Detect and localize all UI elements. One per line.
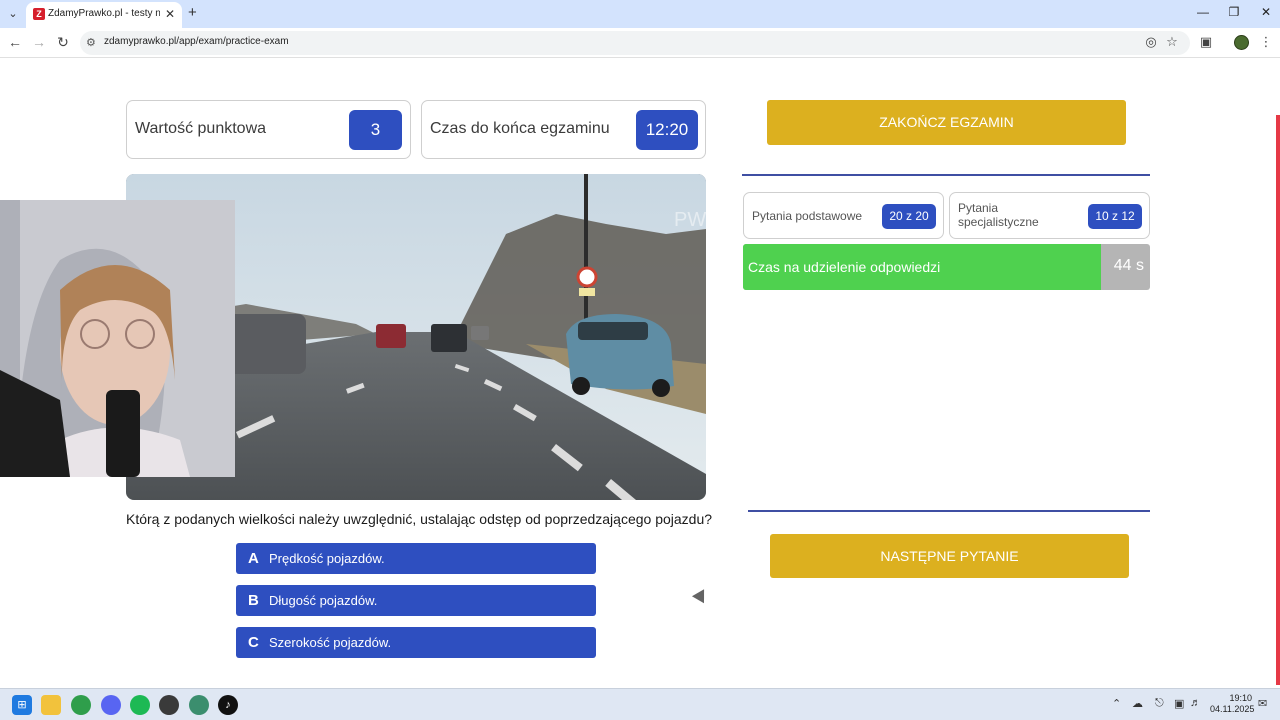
basic-questions-badge: 20 z 20 xyxy=(882,204,936,229)
discord-icon[interactable] xyxy=(101,695,121,715)
timer-label: Czas na udzielenie odpowiedzi xyxy=(748,259,941,275)
special-questions-label: Pytania specjalistyczne xyxy=(958,201,1039,229)
clock-time: 19:10 xyxy=(1229,693,1252,703)
minimize-icon[interactable]: — xyxy=(1193,5,1213,19)
time-box: Czas do końca egzaminu 12:20 xyxy=(421,100,706,159)
divider xyxy=(742,174,1150,176)
webcam-overlay xyxy=(0,200,235,477)
volume-icon[interactable]: ♬ xyxy=(1190,697,1201,709)
time-label: Czas do końca egzaminu xyxy=(430,120,610,137)
scrollbar[interactable] xyxy=(1276,115,1280,685)
answer-a-button[interactable]: A Prędkość pojazdów. xyxy=(236,543,596,574)
answer-text: Szerokość pojazdów. xyxy=(269,635,392,650)
cloud-icon[interactable]: ☁ xyxy=(1132,697,1143,710)
tab-search-icon[interactable]: ⌄ xyxy=(4,5,22,23)
obs-icon[interactable] xyxy=(159,695,179,715)
reload-icon[interactable]: ↻ xyxy=(54,34,72,51)
spotify-icon[interactable] xyxy=(130,695,150,715)
answer-timer-bar: Czas na udzielenie odpowiedzi 44 s xyxy=(743,244,1150,290)
browser-toolbar: ← → ↻ ⚙ zdamyprawko.pl/app/exam/practice… xyxy=(0,28,1280,58)
taskbar-clock[interactable]: 19:10 04.11.2025 xyxy=(1210,693,1255,715)
address-bar[interactable]: ⚙ zdamyprawko.pl/app/exam/practice-exam xyxy=(80,31,1190,55)
question-text: Którą z podanych wielkości należy uwzglę… xyxy=(126,511,713,527)
tray-expand-icon[interactable]: ⌃ xyxy=(1112,697,1121,710)
extensions-icon[interactable]: ▣ xyxy=(1197,34,1215,50)
answer-text: Długość pojazdów. xyxy=(269,593,378,608)
divider xyxy=(748,510,1150,512)
answer-b-button[interactable]: B Długość pojazdów. xyxy=(236,585,596,616)
watermark-text: PWPW xyxy=(674,209,706,231)
profile-avatar[interactable] xyxy=(1234,35,1249,50)
tiktok-icon[interactable]: ♪ xyxy=(218,695,238,715)
answer-letter: B xyxy=(248,592,259,609)
file-explorer-icon[interactable] xyxy=(41,695,61,715)
time-badge: 12:20 xyxy=(636,110,698,150)
window-close-icon[interactable]: ✕ xyxy=(1256,5,1276,19)
points-box: Wartość punktowa 3 xyxy=(126,100,411,159)
notification-icon[interactable]: ✉ xyxy=(1258,697,1267,710)
special-questions-badge: 10 z 12 xyxy=(1088,204,1142,229)
answer-c-button[interactable]: C Szerokość pojazdów. xyxy=(236,627,596,658)
tab-close-icon[interactable]: ✕ xyxy=(165,7,175,21)
basic-questions-box: Pytania podstawowe 20 z 20 xyxy=(743,192,944,239)
new-tab-icon[interactable]: + xyxy=(188,4,197,21)
answer-letter: C xyxy=(248,634,259,651)
windows-start-icon[interactable]: ⊞ xyxy=(12,695,32,715)
favicon-icon: Z xyxy=(33,8,45,20)
browser-tab[interactable]: Z ZdamyPrawko.pl - testy na prawo jazdy … xyxy=(26,2,182,28)
clock-date: 04.11.2025 xyxy=(1210,704,1255,714)
browser-tabbar: ⌄ Z ZdamyPrawko.pl - testy na prawo jazd… xyxy=(0,0,1280,28)
forward-icon[interactable]: → xyxy=(30,34,48,50)
back-icon[interactable]: ← xyxy=(6,34,24,50)
bookmark-star-icon[interactable]: ☆ xyxy=(1163,34,1181,50)
chrome-profile-icon[interactable] xyxy=(189,695,209,715)
basic-questions-label: Pytania podstawowe xyxy=(752,209,863,223)
points-label: Wartość punktowa xyxy=(135,120,267,137)
answer-letter: A xyxy=(248,550,259,567)
timer-value: 44 s xyxy=(1113,257,1144,274)
special-questions-box: Pytania specjalistyczne 10 z 12 xyxy=(949,192,1150,239)
points-badge: 3 xyxy=(349,110,402,150)
eye-off-icon[interactable]: ◎ xyxy=(1142,34,1160,50)
menu-icon[interactable]: ⋮ xyxy=(1257,34,1275,50)
microphone-icon[interactable]: ⎋ xyxy=(1155,697,1164,710)
windows-taskbar: ⊞ ♪ ⌃ ☁ ⎋ ▣ ♬ 19:10 04.11.2025 ✉ xyxy=(0,688,1280,720)
restore-icon[interactable]: ❐ xyxy=(1224,5,1244,19)
tab-title: ZdamyPrawko.pl - testy na prawo jazdy xyxy=(48,8,160,19)
mouse-cursor-icon xyxy=(691,589,711,607)
site-info-icon[interactable]: ⚙ xyxy=(86,36,96,49)
answer-text: Prędkość pojazdów. xyxy=(269,551,385,566)
next-question-button[interactable]: NASTĘPNE PYTANIE xyxy=(770,534,1129,578)
chrome-icon[interactable] xyxy=(71,695,91,715)
network-icon[interactable]: ▣ xyxy=(1174,697,1184,710)
url-text[interactable]: zdamyprawko.pl/app/exam/practice-exam xyxy=(104,36,289,47)
webcam-feed xyxy=(0,200,235,477)
end-exam-button[interactable]: ZAKOŃCZ EGZAMIN xyxy=(767,100,1126,145)
